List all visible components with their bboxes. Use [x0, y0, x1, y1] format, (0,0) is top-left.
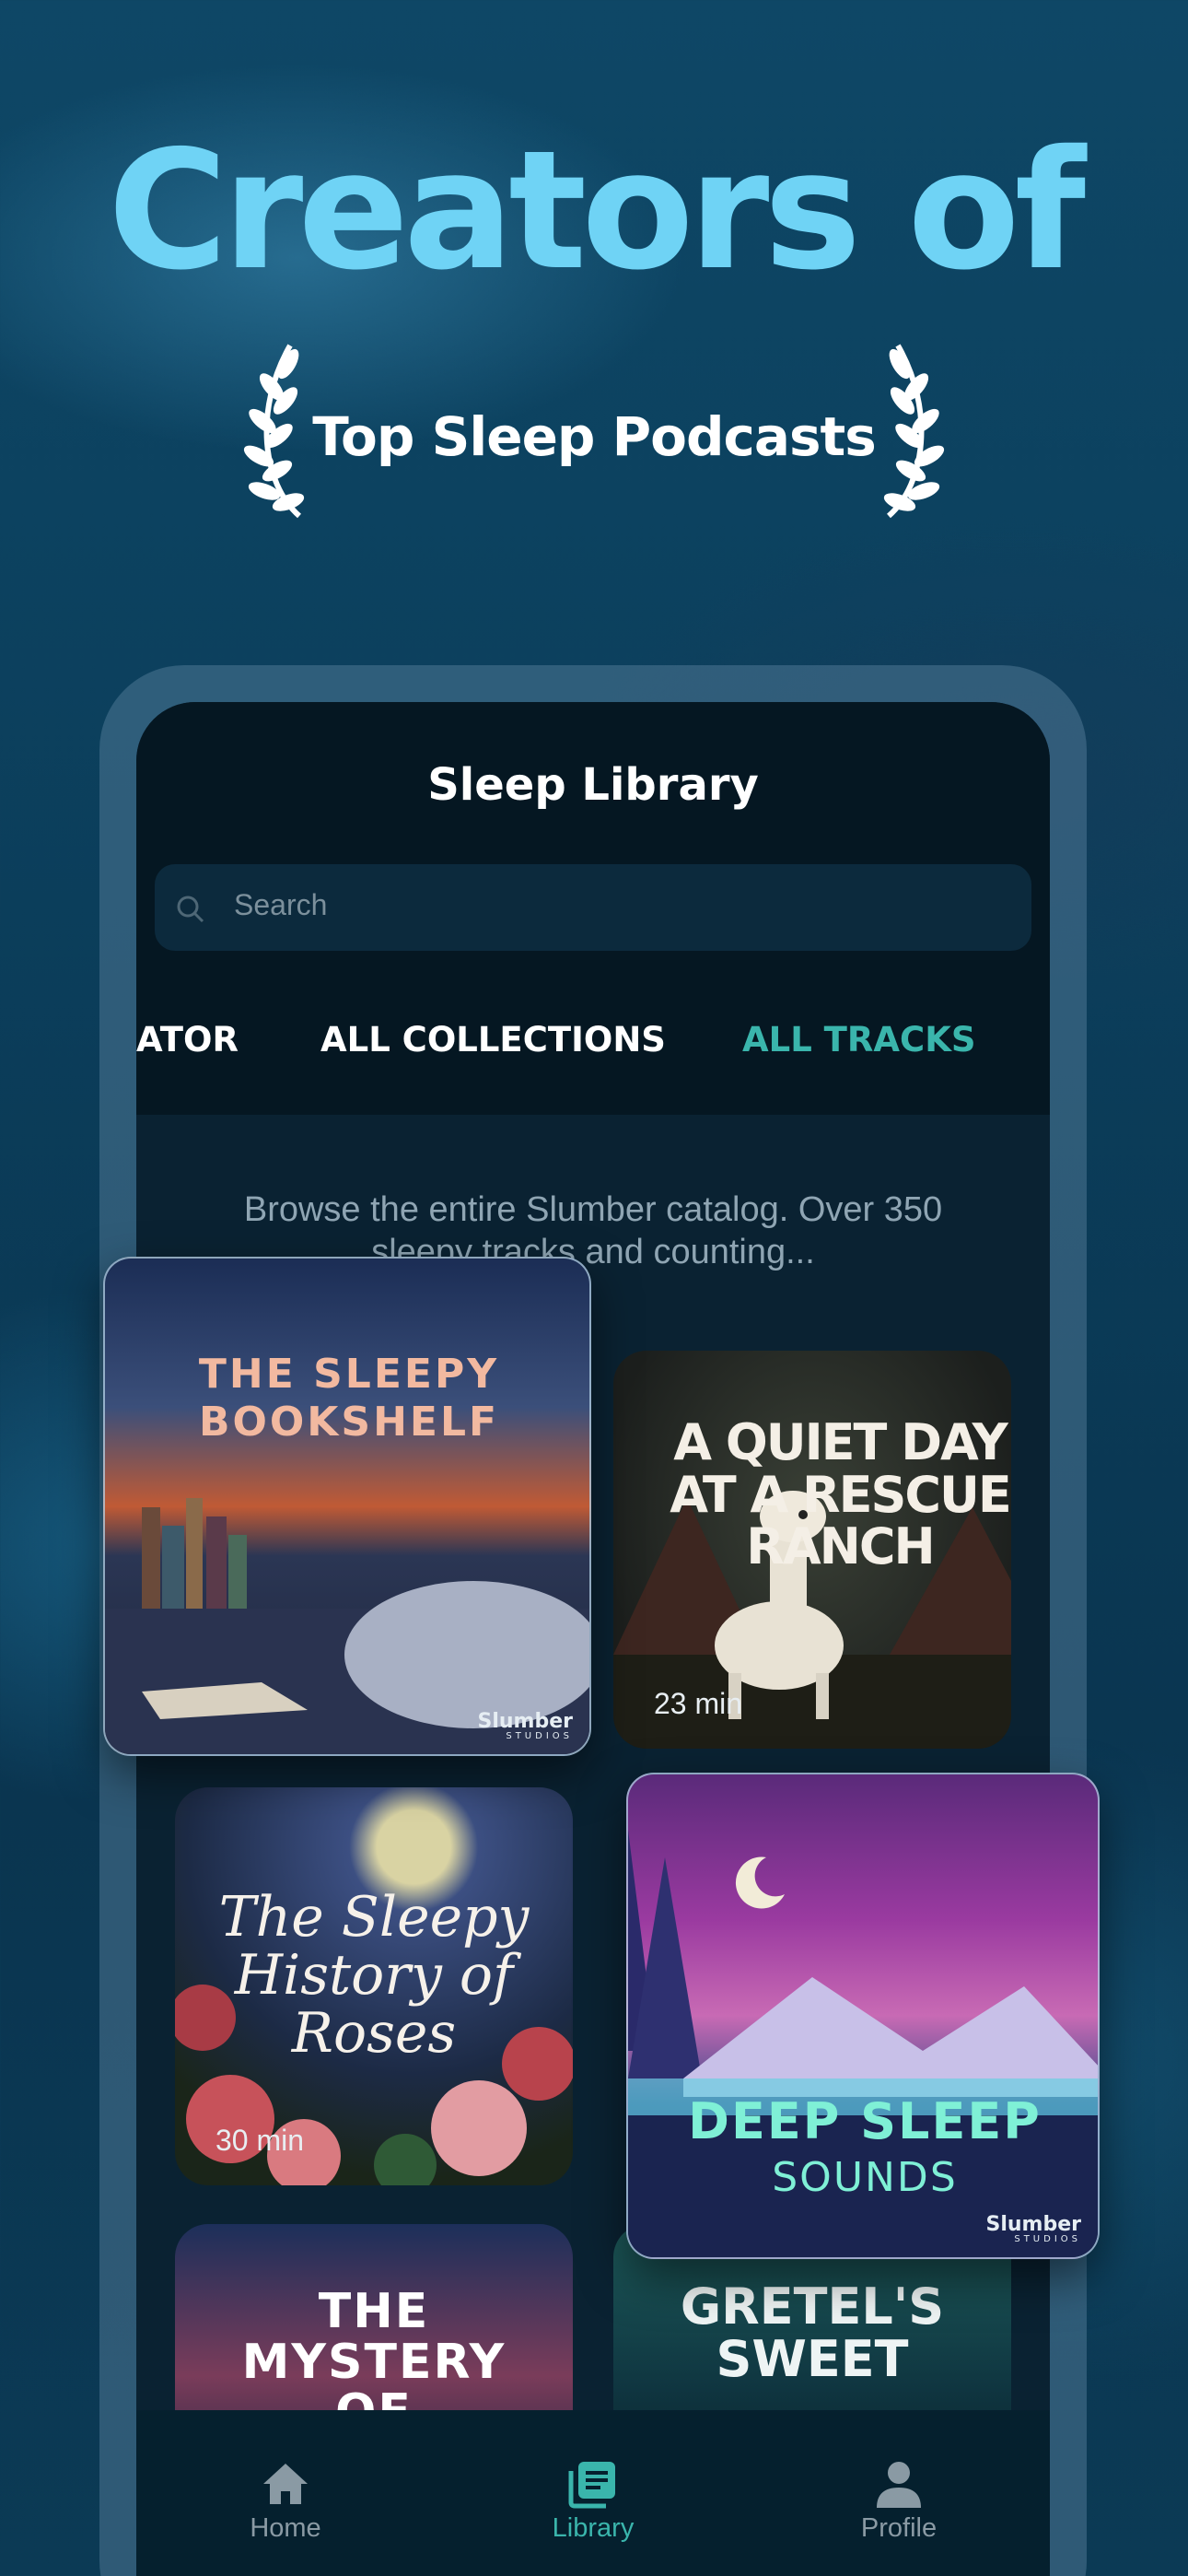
home-icon	[263, 2464, 308, 2504]
page-title: Sleep Library	[427, 759, 759, 811]
tab-all-collections[interactable]: ALL COLLECTIONS	[320, 1020, 666, 1060]
search-icon	[177, 896, 204, 923]
track-duration: 30 min	[215, 2124, 305, 2157]
tab-creator[interactable]: ATOR	[136, 1020, 239, 1060]
featured-card-sleepy-bookshelf[interactable]: THE SLEEPY BOOKSHELF Slumber STUDIOS	[103, 1257, 591, 1756]
laurel-right-icon	[883, 344, 945, 519]
track-card-rescue-ranch[interactable]: A QUIET DAY AT A RESCUE RANCH 23 min	[613, 1351, 1011, 1749]
tab-home[interactable]: Home	[193, 2410, 378, 2543]
featured-title: DEEP SLEEP	[688, 2092, 1042, 2150]
search-placeholder: Search	[234, 888, 328, 921]
tab-profile-label: Profile	[860, 2513, 938, 2543]
tab-all-tracks[interactable]: ALL TRACKS	[742, 1020, 976, 1060]
award-badge: Top Sleep Podcasts	[0, 336, 1188, 530]
track-title: GRETEL'S SWEET	[680, 2277, 945, 2388]
bottom-tab-bar: Home Library Profile	[136, 2410, 1050, 2576]
slumber-studios-logo: Slumber STUDIOS	[985, 2213, 1082, 2244]
featured-artwork	[105, 1498, 589, 1754]
hero-headline: Creators of	[107, 115, 1086, 306]
profile-icon	[877, 2462, 921, 2508]
search-input[interactable]: Search	[155, 864, 1031, 951]
library-header: Sleep Library Search ATOR ALL COLLECTION…	[136, 702, 1050, 1115]
tab-home-label: Home	[250, 2513, 321, 2543]
track-card-history-of-roses[interactable]: The Sleepy History of Roses 30 min	[175, 1787, 573, 2185]
slumber-studios-logo: Slumber STUDIOS	[477, 1710, 574, 1741]
tab-library[interactable]: Library	[501, 2410, 685, 2543]
featured-subtitle: SOUNDS	[772, 2154, 958, 2201]
featured-title: THE SLEEPY BOOKSHELF	[198, 1351, 500, 1446]
award-text: Top Sleep Podcasts	[312, 405, 877, 468]
track-title: A QUIET DAY AT A RESCUE RANCH	[670, 1413, 1011, 1576]
tab-profile[interactable]: Profile	[807, 2410, 991, 2543]
library-icon	[568, 2462, 615, 2509]
featured-card-deep-sleep-sounds[interactable]: DEEP SLEEP SOUNDS Slumber STUDIOS	[626, 1773, 1100, 2259]
track-title: The Sleepy History of Roses	[218, 1885, 530, 2066]
track-duration: 23 min	[654, 1687, 743, 1720]
tab-library-label: Library	[552, 2513, 635, 2543]
